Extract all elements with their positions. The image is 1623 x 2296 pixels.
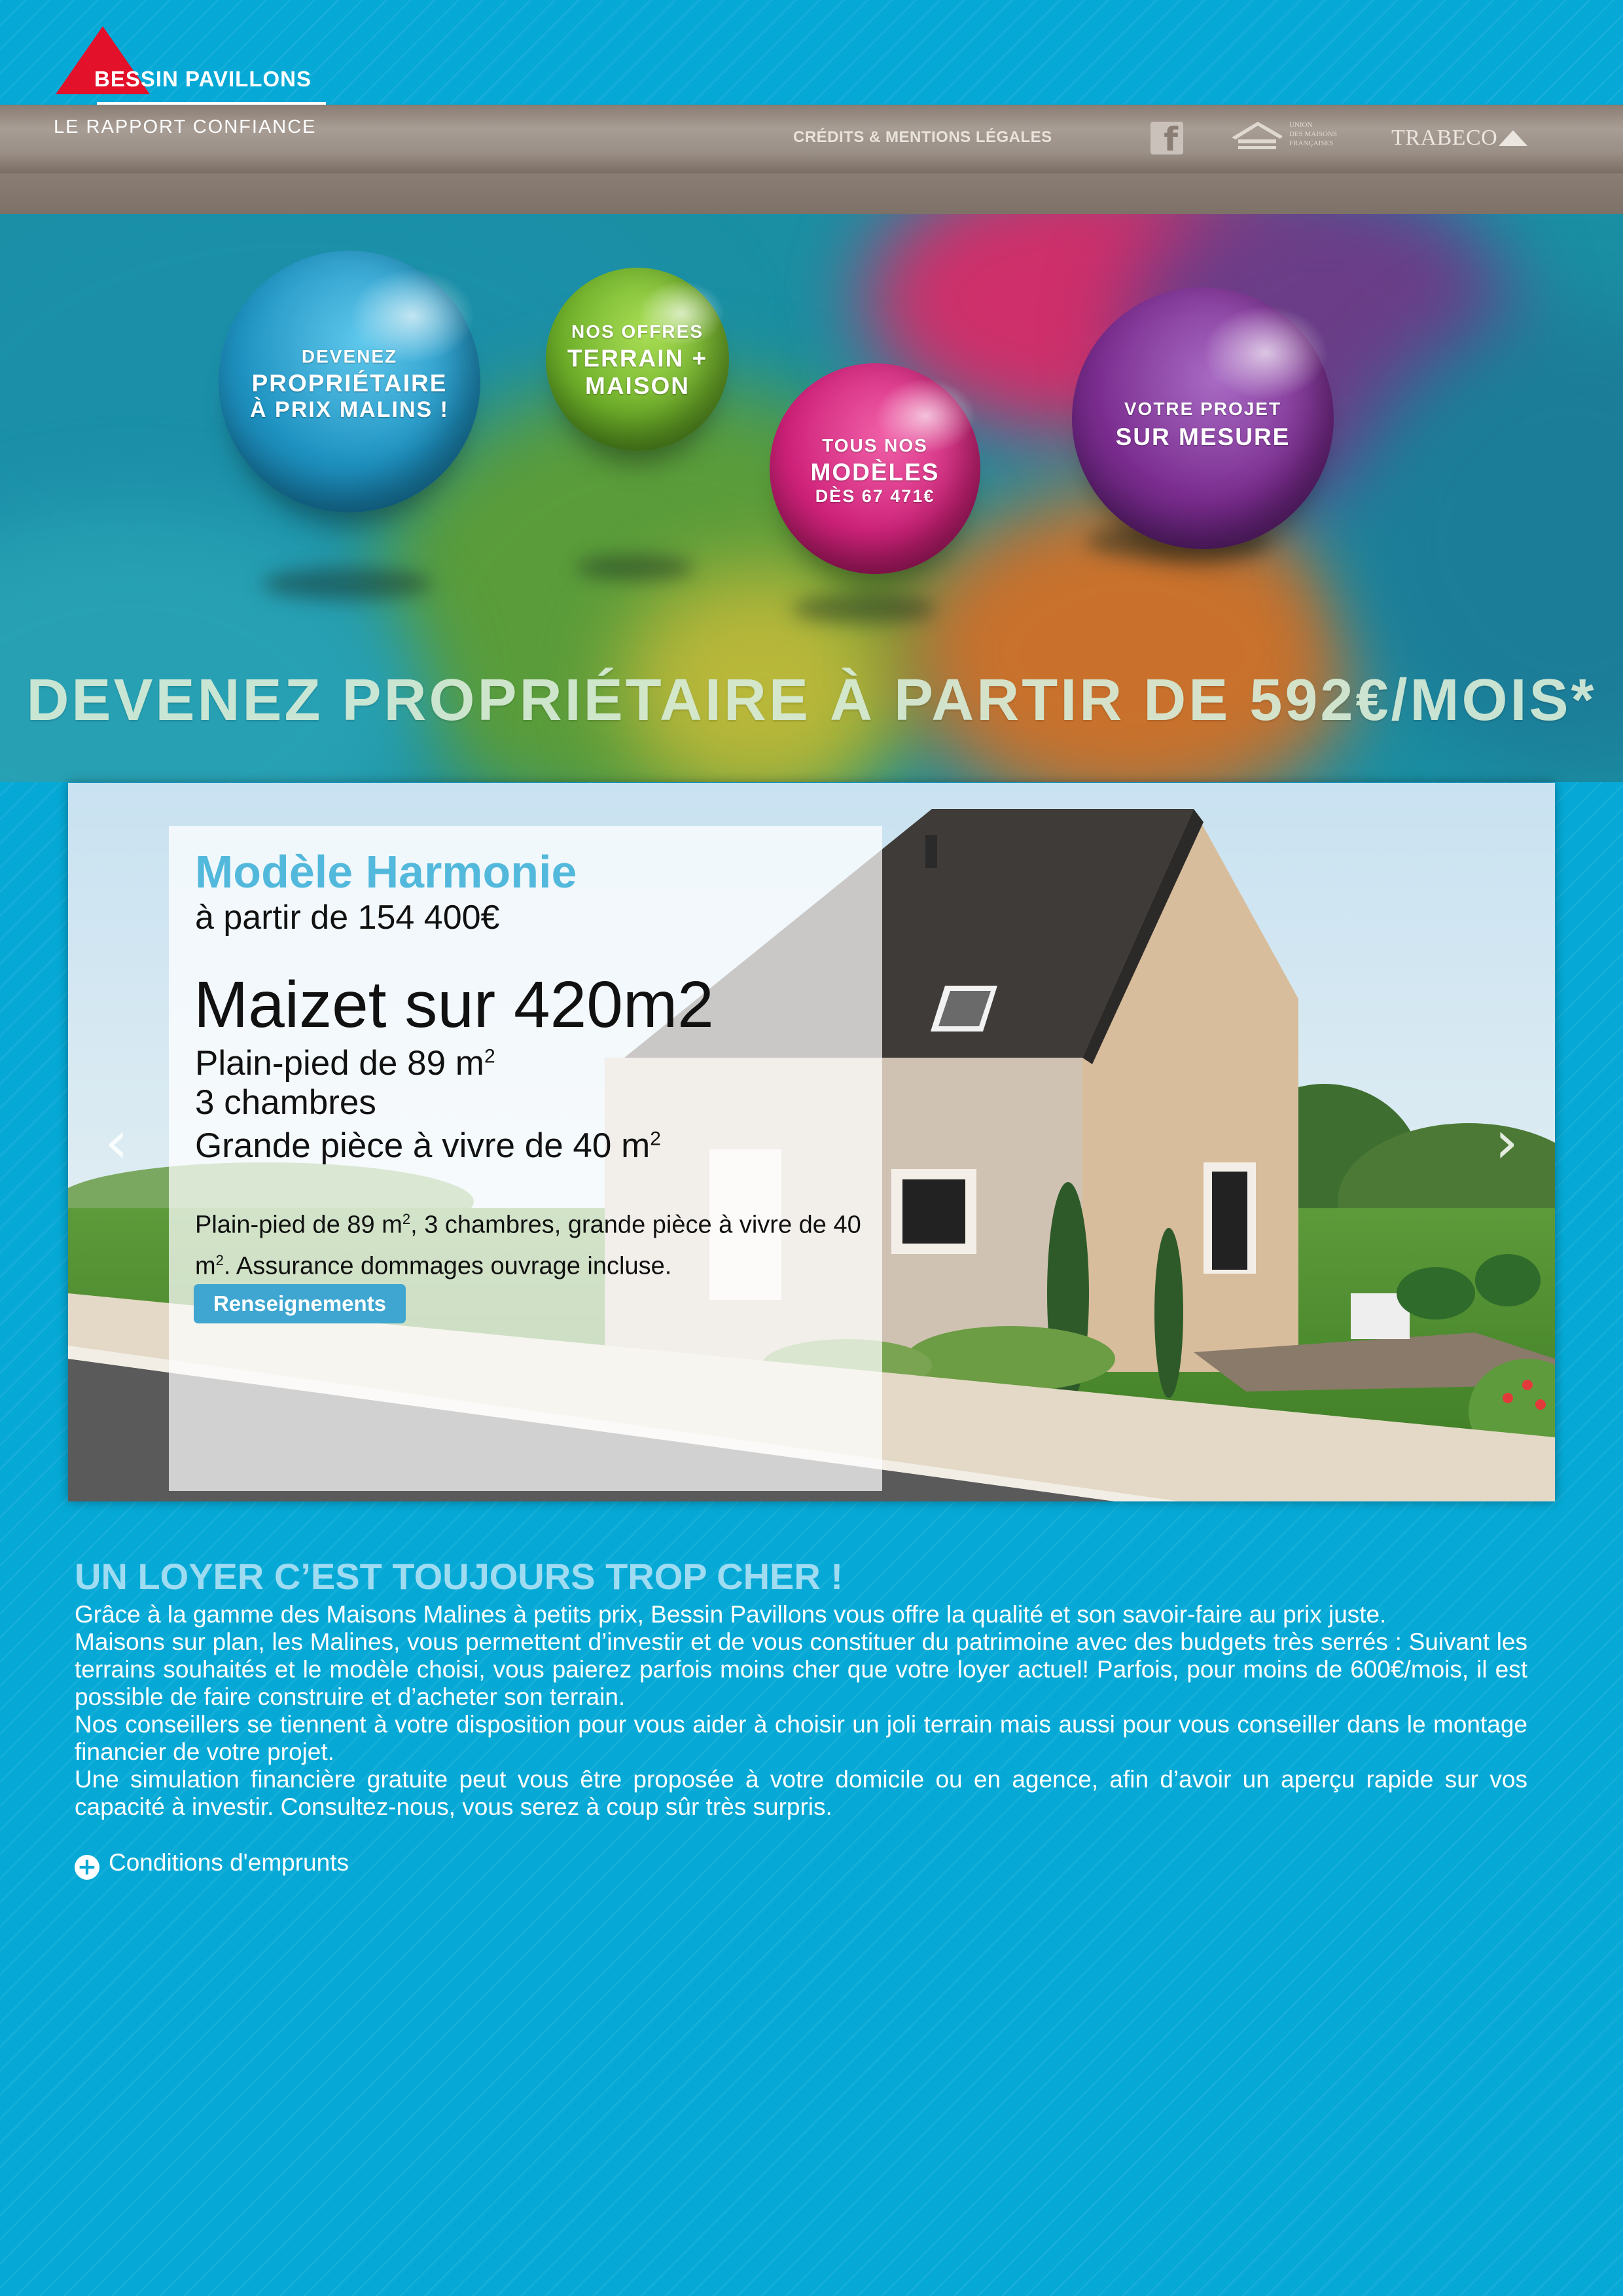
header-subband	[0, 173, 1623, 214]
model-title: Modèle Harmonie	[195, 846, 577, 897]
bubble-big-text: PROPRIÉTAIRE	[251, 370, 448, 397]
bubble-small-text: DEVENEZ	[301, 346, 398, 367]
umf-logo-text: UNION DES MAISONS FRANÇAISES	[1289, 121, 1338, 147]
section-title: UN LOYER C’EST TOUJOURS TROP CHER !	[75, 1556, 844, 1597]
model-slider: Modèle Harmonie à partir de 154 400€ Mai…	[68, 783, 1555, 1501]
slider-next-arrow[interactable]: ›	[1487, 1113, 1526, 1172]
bubble-small-text: TOUS NOS	[822, 435, 928, 456]
plus-circle-icon: +	[75, 1855, 99, 1880]
section-body: Grâce à la gamme des Maisons Malines à p…	[75, 1601, 1527, 1821]
renseignements-button[interactable]: Renseignements	[194, 1284, 406, 1323]
model-feature-living: Grande pièce à vivre de 40 m2	[195, 1126, 661, 1165]
bubble-big-text: MODÈLES	[810, 459, 940, 486]
site-logo[interactable]: BESSIN PAVILLONS LE RAPPORT CONFIANCE	[54, 25, 329, 139]
conditions-label: Conditions d'emprunts	[109, 1849, 349, 1876]
logo-brand-name: BESSIN PAVILLONS	[94, 67, 312, 91]
umf-logo[interactable]: UNION DES MAISONS FRANÇAISES	[1229, 117, 1351, 158]
body-paragraph: Nos conseillers se tiennent à votre disp…	[75, 1711, 1527, 1765]
credits-legal-link[interactable]: CRÉDITS & MENTIONS LÉGALES	[793, 128, 1052, 147]
bubble-big-text: TERRAIN +	[567, 345, 708, 372]
model-description: Plain-pied de 89 m2, 3 chambres, grande …	[195, 1211, 861, 1280]
model-name: Maizet sur 420m2	[194, 968, 714, 1041]
bubble-small-text: DÈS 67 471€	[815, 486, 935, 506]
bubble-big-text: SUR MESURE	[1115, 423, 1291, 450]
model-feature-bedrooms: 3 chambres	[195, 1083, 376, 1122]
slider-prev-arrow[interactable]: ‹	[97, 1113, 136, 1172]
facebook-icon[interactable]: f	[1150, 122, 1183, 154]
bubble-devenez-proprietaire[interactable]: DEVENEZ PROPRIÉTAIRE À PRIX MALINS !	[219, 251, 480, 512]
bubble-small-text: VOTRE PROJET	[1124, 399, 1282, 419]
logo-tagline: LE RAPPORT CONFIANCE	[54, 117, 317, 137]
bubble-shadow	[792, 594, 936, 624]
body-paragraph: Maisons sur plan, les Malines, vous perm…	[75, 1628, 1527, 1710]
trabeco-triangle-icon	[1499, 130, 1527, 146]
bubble-projet-sur-mesure[interactable]: VOTRE PROJET SUR MESURE	[1072, 287, 1334, 549]
conditions-emprunts-toggle[interactable]: + Conditions d'emprunts	[75, 1849, 349, 1880]
umf-house-icon	[1232, 122, 1283, 149]
bubble-big-text: MAISON	[585, 372, 690, 399]
logo-underline	[97, 102, 326, 105]
site-header: BESSIN PAVILLONS LE RAPPORT CONFIANCE CR…	[0, 0, 1623, 216]
hero-headline: DEVENEZ PROPRIÉTAIRE À PARTIR DE 592€/MO…	[26, 668, 1597, 733]
body-paragraph: Une simulation financière gratuite peut …	[75, 1766, 1527, 1820]
model-price: à partir de 154 400€	[195, 899, 500, 937]
bubble-shadow	[262, 567, 432, 600]
model-feature-surface: Plain-pied de 89 m2	[195, 1044, 495, 1083]
bubble-small-text: NOS OFFRES	[571, 321, 704, 342]
bubble-big-text: À PRIX MALINS !	[250, 397, 449, 422]
bubble-offres-terrain-maison[interactable]: NOS OFFRES TERRAIN + MAISON	[546, 268, 729, 451]
hero-banner: DEVENEZ PROPRIÉTAIRE À PRIX MALINS ! NOS…	[0, 214, 1623, 782]
bubble-shadow	[576, 554, 694, 581]
trabeco-logo[interactable]: TRABECO	[1391, 126, 1497, 151]
body-paragraph: Grâce à la gamme des Maisons Malines à p…	[75, 1601, 1387, 1628]
bubble-tous-nos-modeles[interactable]: TOUS NOS MODÈLES DÈS 67 471€	[770, 363, 980, 574]
